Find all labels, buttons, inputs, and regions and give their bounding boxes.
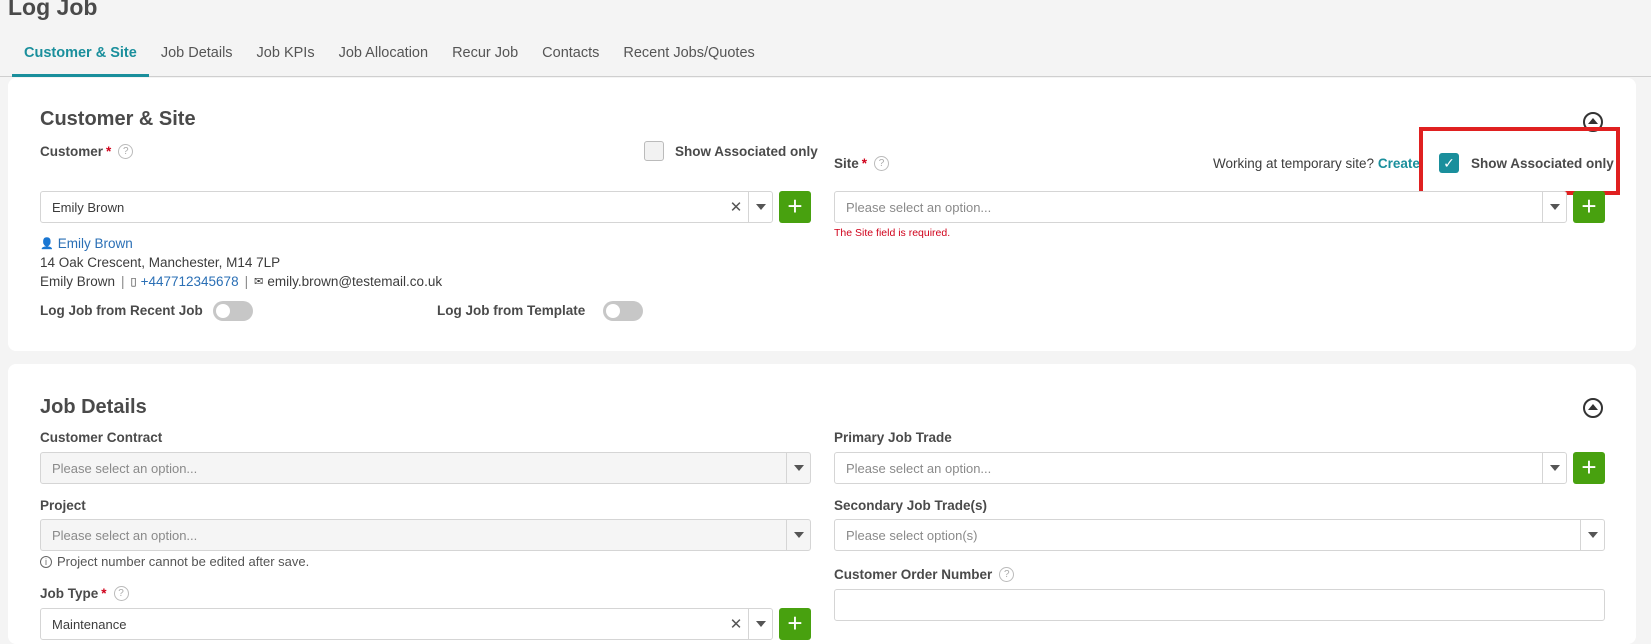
person-icon: 👤 [40, 238, 54, 250]
customer-show-associated-checkbox[interactable] [644, 141, 664, 161]
customer-order-number-label: Customer Order Number? [834, 567, 1015, 582]
add-primary-job-trade-button[interactable]: + [1573, 452, 1605, 484]
customer-email: emily.brown@testemail.co.uk [267, 274, 443, 289]
primary-job-trade-select[interactable]: Please select an option... [834, 452, 1567, 484]
tab-job-details[interactable]: Job Details [149, 40, 245, 77]
log-from-template-toggle[interactable] [603, 301, 643, 321]
project-select[interactable]: Please select an option... [40, 519, 811, 551]
job-type-help-icon[interactable]: ? [113, 586, 129, 601]
tab-recent-jobs-quotes[interactable]: Recent Jobs/Quotes [611, 40, 766, 77]
tab-customer-site[interactable]: Customer & Site [12, 40, 149, 77]
highlight-box [1419, 127, 1620, 195]
site-help-icon[interactable]: ? [874, 156, 890, 171]
job-type-label: Job Type *? [40, 586, 129, 601]
log-from-recent-toggle[interactable] [213, 301, 253, 321]
chevron-down-icon[interactable] [1542, 453, 1566, 483]
add-job-type-button[interactable]: + [779, 608, 811, 640]
customer-contract-select[interactable]: Please select an option... [40, 452, 811, 484]
customer-contact-link[interactable]: Emily Brown [58, 236, 133, 251]
job-type-select[interactable]: Maintenance ✕ [40, 608, 773, 640]
project-hint: i Project number cannot be edited after … [40, 554, 309, 569]
job-details-title: Job Details [40, 396, 147, 418]
customer-contact-details: Emily Brown | ▯ +447712345678 | ✉ emily.… [40, 274, 443, 289]
tab-recur-job[interactable]: Recur Job [440, 40, 530, 77]
info-icon: i [40, 555, 52, 568]
create-temp-site-link[interactable]: Create [1378, 156, 1420, 171]
project-label: Project [40, 498, 86, 513]
customer-order-number-input[interactable] [834, 589, 1605, 621]
customer-phone-link[interactable]: +447712345678 [141, 274, 239, 289]
chevron-down-icon[interactable] [786, 453, 810, 483]
mobile-phone-icon: ▯ [130, 276, 137, 288]
chevron-down-icon[interactable] [748, 192, 772, 222]
customer-order-help-icon[interactable]: ? [999, 567, 1015, 582]
secondary-job-trades-label: Secondary Job Trade(s) [834, 498, 988, 513]
site-select[interactable]: Please select an option... [834, 191, 1567, 223]
primary-job-trade-label: Primary Job Trade [834, 430, 952, 445]
clear-icon[interactable]: ✕ [724, 198, 748, 216]
log-from-recent-label: Log Job from Recent Job [40, 303, 203, 318]
add-site-button[interactable]: + [1573, 191, 1605, 223]
add-customer-button[interactable]: + [779, 191, 811, 223]
customer-select[interactable]: Emily Brown ✕ [40, 191, 773, 223]
customer-address: 14 Oak Crescent, Manchester, M14 7LP [40, 255, 281, 270]
customer-site-title: Customer & Site [40, 108, 196, 130]
tab-bar: Customer & Site Job Details Job KPIs Job… [0, 40, 1651, 77]
envelope-icon: ✉ [254, 276, 264, 288]
page-title: Log Job [8, 0, 98, 20]
chevron-down-icon[interactable] [748, 609, 772, 639]
temp-site-prompt: Working at temporary site? Create [1213, 156, 1420, 171]
collapse-job-details-icon[interactable] [1583, 398, 1603, 418]
customer-show-associated[interactable]: Show Associated only [644, 141, 818, 161]
customer-help-icon[interactable]: ? [118, 144, 134, 159]
secondary-job-trades-select[interactable]: Please select option(s) [834, 519, 1605, 551]
customer-contact-name-line: 👤 Emily Brown [40, 236, 133, 251]
site-error-message: The Site field is required. [834, 227, 951, 239]
tab-job-kpis[interactable]: Job KPIs [245, 40, 327, 77]
site-label: Site *? [834, 156, 890, 171]
customer-contract-label: Customer Contract [40, 430, 163, 445]
chevron-down-icon[interactable] [1580, 520, 1604, 550]
tab-job-allocation[interactable]: Job Allocation [327, 40, 440, 77]
clear-icon[interactable]: ✕ [724, 615, 748, 633]
chevron-down-icon[interactable] [786, 520, 810, 550]
tab-contacts[interactable]: Contacts [530, 40, 611, 77]
log-from-template-label: Log Job from Template [437, 303, 586, 318]
customer-label: Customer *? [40, 144, 134, 159]
chevron-down-icon[interactable] [1542, 192, 1566, 222]
